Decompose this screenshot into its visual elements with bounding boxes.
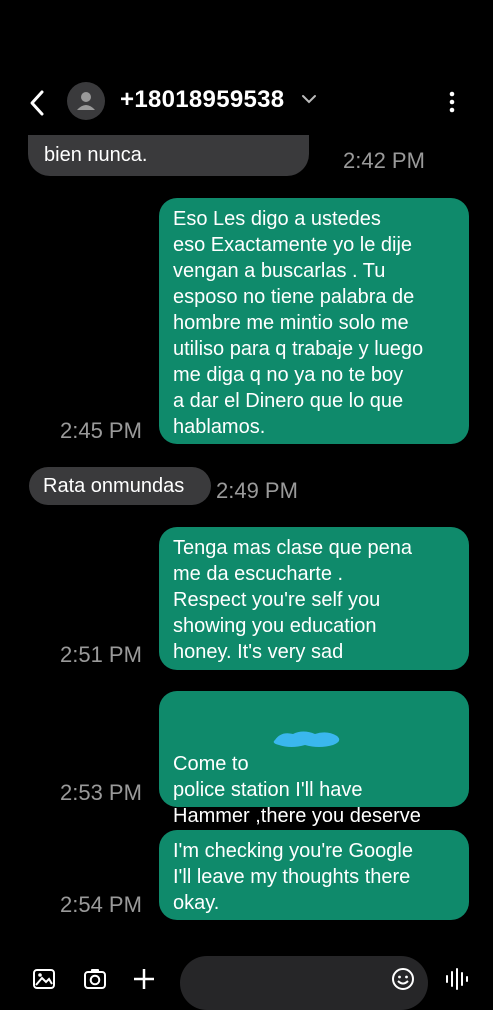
avatar[interactable] xyxy=(67,82,105,120)
outgoing-message[interactable]: Eso Les digo a ustedes eso Exactamente y… xyxy=(159,198,469,444)
message-time: 2:53 PM xyxy=(60,780,142,805)
message-time: 2:42 PM xyxy=(343,148,425,173)
conversation-header: +18018959538 xyxy=(0,0,493,135)
outgoing-message[interactable]: Tenga mas clase que pena me da escuchart… xyxy=(159,527,469,670)
message-time: 2:54 PM xyxy=(60,892,142,917)
more-options-icon[interactable] xyxy=(440,88,464,116)
chevron-down-icon[interactable] xyxy=(300,92,318,106)
message-time: 2:45 PM xyxy=(60,418,142,443)
redaction-scribble xyxy=(273,731,340,747)
incoming-message[interactable]: Rata onmundas xyxy=(29,467,211,505)
message-text: Come to xyxy=(173,753,249,775)
contact-title[interactable]: +18018959538 xyxy=(120,86,284,114)
emoji-icon[interactable] xyxy=(390,966,416,992)
outgoing-message[interactable]: I'm checking you're Google I'll leave my… xyxy=(159,830,469,920)
person-icon xyxy=(77,92,95,110)
camera-icon[interactable] xyxy=(82,966,108,992)
outgoing-message[interactable]: Come to police station I'll have Hammer … xyxy=(159,691,469,853)
plus-icon[interactable] xyxy=(131,966,157,992)
message-time: 2:49 PM xyxy=(216,478,298,503)
gallery-icon[interactable] xyxy=(31,966,57,992)
back-icon[interactable] xyxy=(24,86,54,120)
voice-icon[interactable] xyxy=(443,966,471,992)
message-time: 2:51 PM xyxy=(60,642,142,667)
message-text: bien nunca. xyxy=(44,144,148,166)
